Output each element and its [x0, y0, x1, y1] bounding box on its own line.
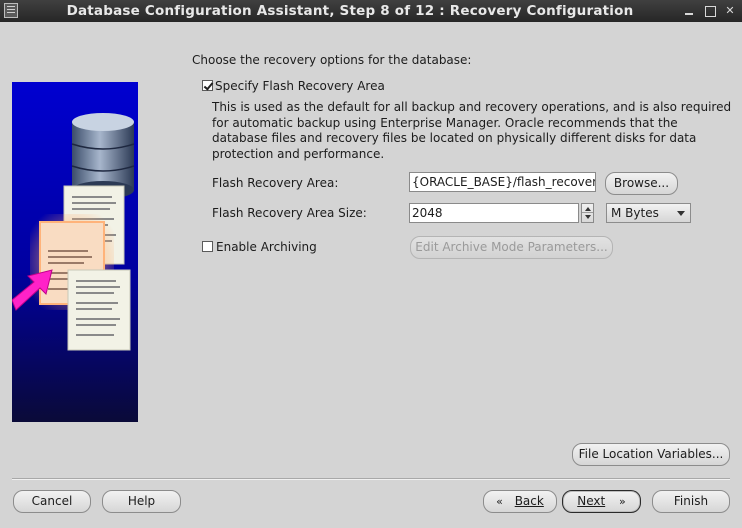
flash-recovery-area-input[interactable]: {ORACLE_BASE}/flash_recovery_: [409, 172, 596, 192]
size-unit-value: M Bytes: [611, 206, 659, 220]
back-arrow-icon: «: [496, 495, 503, 508]
edit-archive-params-button[interactable]: Edit Archive Mode Parameters...: [410, 236, 613, 259]
database-illustration-graphic: [12, 82, 138, 422]
help-button[interactable]: Help: [102, 490, 181, 513]
flash-recovery-description: This is used as the default for all back…: [212, 100, 732, 161]
browse-button[interactable]: Browse...: [605, 172, 678, 195]
next-button[interactable]: Next »: [562, 490, 641, 513]
minimize-icon[interactable]: [682, 4, 696, 18]
back-label: Back: [514, 494, 544, 508]
next-label: Next: [577, 494, 606, 508]
instruction-text: Choose the recovery options for the data…: [192, 53, 472, 67]
flash-recovery-size-input[interactable]: 2048: [409, 203, 579, 223]
spinner-up-icon[interactable]: [585, 207, 591, 211]
recovery-illustration: [12, 82, 138, 422]
cancel-button[interactable]: Cancel: [13, 490, 91, 513]
close-icon[interactable]: ✕: [723, 4, 737, 18]
finish-button[interactable]: Finish: [652, 490, 730, 513]
enable-archiving-checkbox[interactable]: [202, 241, 213, 252]
specify-flash-recovery-checkbox[interactable]: [202, 80, 213, 91]
maximize-icon[interactable]: [703, 4, 717, 18]
enable-archiving-label[interactable]: Enable Archiving: [216, 240, 317, 254]
footer-separator: [12, 478, 730, 480]
spinner-divider: [582, 212, 593, 213]
chevron-down-icon: [677, 211, 685, 216]
back-button[interactable]: « Back: [483, 490, 557, 513]
size-spinner[interactable]: [581, 203, 594, 223]
next-arrow-icon: »: [619, 495, 626, 508]
flash-recovery-size-label: Flash Recovery Area Size:: [212, 206, 367, 220]
file-location-variables-button[interactable]: File Location Variables...: [572, 443, 730, 466]
title-bar: Database Configuration Assistant, Step 8…: [0, 0, 742, 22]
specify-flash-recovery-label[interactable]: Specify Flash Recovery Area: [215, 79, 385, 93]
flash-recovery-area-label: Flash Recovery Area:: [212, 176, 339, 190]
size-unit-select[interactable]: M Bytes: [606, 203, 691, 223]
window-title: Database Configuration Assistant, Step 8…: [66, 3, 634, 19]
spinner-down-icon[interactable]: [585, 215, 591, 219]
